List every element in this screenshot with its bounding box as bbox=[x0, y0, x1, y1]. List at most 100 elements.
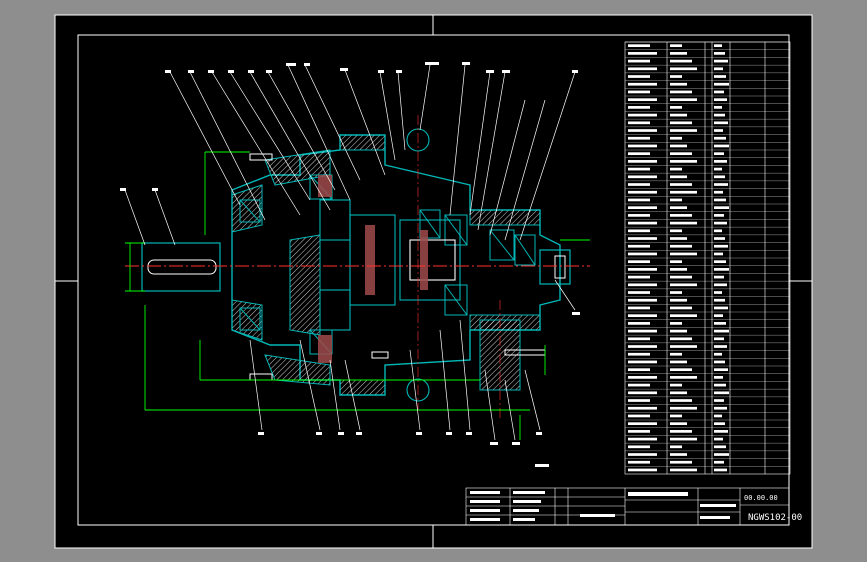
parts-row-glyph bbox=[628, 314, 657, 318]
parts-row-glyph bbox=[628, 252, 657, 256]
parts-row-glyph bbox=[670, 383, 682, 387]
parts-row-glyph bbox=[714, 298, 725, 302]
parts-row-glyph bbox=[714, 337, 724, 341]
parts-row-glyph bbox=[714, 214, 724, 217]
parts-row-glyph bbox=[714, 445, 726, 449]
parts-row-glyph bbox=[714, 306, 728, 310]
parts-row-glyph bbox=[670, 252, 697, 256]
parts-row-glyph bbox=[670, 337, 692, 341]
parts-row-glyph bbox=[714, 352, 722, 356]
parts-row-glyph bbox=[714, 183, 728, 186]
parts-row-glyph bbox=[714, 260, 726, 264]
parts-row-glyph bbox=[670, 113, 687, 117]
parts-row-glyph bbox=[670, 221, 697, 225]
parts-row-glyph bbox=[714, 422, 725, 426]
parts-row-glyph bbox=[628, 383, 650, 387]
parts-row-glyph bbox=[628, 360, 657, 364]
parts-row-glyph bbox=[714, 190, 723, 194]
parts-row-glyph bbox=[670, 175, 687, 179]
parts-row-glyph bbox=[628, 152, 650, 156]
parts-row-glyph bbox=[670, 59, 692, 63]
parts-row-glyph bbox=[670, 391, 687, 395]
parts-row-glyph bbox=[628, 376, 657, 379]
parts-row-glyph bbox=[670, 129, 697, 132]
parts-row-glyph bbox=[670, 422, 687, 426]
parts-row-glyph bbox=[670, 322, 682, 325]
parts-row-glyph bbox=[670, 152, 692, 156]
parts-row-glyph bbox=[628, 291, 650, 294]
parts-row-glyph bbox=[670, 430, 692, 433]
parts-row-glyph bbox=[628, 52, 657, 55]
parts-row-glyph bbox=[714, 237, 725, 240]
parts-row-glyph bbox=[670, 75, 682, 78]
parts-row-glyph bbox=[670, 44, 682, 48]
parts-row-glyph bbox=[670, 98, 697, 102]
parts-row-glyph bbox=[628, 453, 657, 456]
parts-row-glyph bbox=[670, 399, 692, 402]
parts-row-glyph bbox=[628, 190, 657, 194]
parts-row-glyph bbox=[628, 306, 650, 310]
parts-row-glyph bbox=[714, 391, 729, 395]
parts-row-glyph bbox=[714, 221, 727, 225]
parts-row-glyph bbox=[628, 445, 650, 449]
parts-row-glyph bbox=[670, 260, 682, 264]
parts-row-glyph bbox=[628, 75, 650, 78]
parts-row-glyph bbox=[628, 237, 657, 240]
parts-row-glyph bbox=[714, 406, 727, 410]
parts-row-glyph bbox=[628, 221, 657, 225]
parts-row-glyph bbox=[670, 198, 682, 202]
parts-row-glyph bbox=[714, 368, 728, 372]
parts-row-glyph bbox=[714, 144, 729, 148]
parts-row-glyph bbox=[714, 121, 728, 125]
parts-row-glyph bbox=[714, 291, 722, 294]
parts-row-glyph bbox=[670, 121, 692, 125]
parts-row-glyph bbox=[670, 67, 697, 71]
parts-row-glyph bbox=[628, 44, 650, 48]
parts-row-glyph bbox=[670, 345, 697, 348]
parts-row-glyph bbox=[628, 352, 650, 356]
parts-row-glyph bbox=[628, 337, 650, 341]
parts-row-glyph bbox=[670, 376, 697, 379]
parts-row-glyph bbox=[670, 329, 687, 333]
parts-row-glyph bbox=[628, 98, 657, 102]
parts-row-glyph bbox=[628, 468, 657, 472]
parts-row-glyph bbox=[714, 75, 726, 78]
parts-row-glyph bbox=[670, 283, 697, 287]
parts-row-glyph bbox=[670, 291, 682, 294]
parts-row-glyph bbox=[714, 468, 727, 472]
parts-row-glyph bbox=[628, 198, 650, 202]
parts-row-glyph bbox=[628, 229, 650, 233]
parts-row-glyph bbox=[628, 406, 657, 410]
parts-row-glyph bbox=[628, 422, 657, 426]
parts-row-glyph bbox=[714, 345, 727, 348]
parts-row-glyph bbox=[714, 175, 725, 179]
parts-row-glyph bbox=[670, 82, 687, 86]
drawing-number: NGWS102-00 bbox=[748, 513, 802, 523]
parts-row-glyph bbox=[670, 268, 687, 271]
parts-row-glyph bbox=[714, 453, 729, 456]
parts-row-glyph bbox=[714, 437, 723, 441]
parts-row-glyph bbox=[628, 244, 650, 248]
parts-row-glyph bbox=[714, 59, 728, 63]
parts-row-glyph bbox=[714, 106, 722, 109]
parts-row-glyph bbox=[670, 90, 692, 94]
parts-row-glyph bbox=[714, 399, 724, 402]
parts-row-glyph bbox=[670, 437, 697, 441]
parts-row-glyph bbox=[670, 314, 697, 318]
parts-row-glyph bbox=[628, 160, 657, 163]
parts-row-glyph bbox=[714, 414, 722, 418]
parts-row-glyph bbox=[670, 244, 692, 248]
parts-row-glyph bbox=[670, 460, 692, 464]
parts-row-glyph bbox=[670, 52, 687, 55]
parts-row-glyph bbox=[628, 136, 650, 140]
parts-row-glyph bbox=[714, 82, 729, 86]
parts-row-glyph bbox=[628, 329, 657, 333]
parts-row-glyph bbox=[628, 113, 657, 117]
parts-row-glyph bbox=[714, 244, 728, 248]
parts-row-glyph bbox=[714, 113, 725, 117]
parts-row-glyph bbox=[670, 453, 687, 456]
parts-row-glyph bbox=[628, 121, 650, 125]
parts-row-glyph bbox=[714, 67, 723, 71]
parts-row-glyph bbox=[670, 360, 687, 364]
parts-row-glyph bbox=[714, 136, 726, 140]
